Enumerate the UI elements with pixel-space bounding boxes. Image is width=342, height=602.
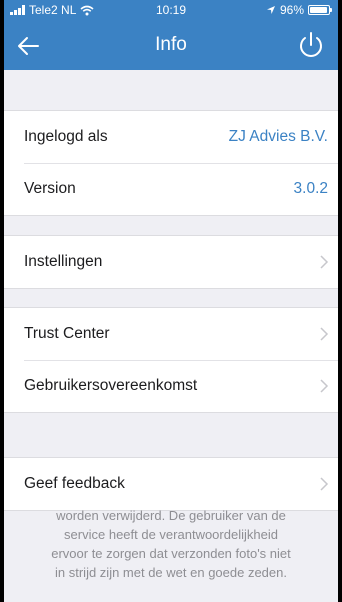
status-right: 96% — [266, 3, 332, 17]
user-agreement-row[interactable]: Gebruikersovereenkomst — [4, 360, 338, 412]
page-title: Info — [155, 34, 187, 55]
feedback-row[interactable]: Geef feedback — [4, 458, 338, 510]
chevron-right-icon — [320, 477, 329, 491]
chevron-right-icon — [320, 379, 329, 393]
settings-label: Instellingen — [24, 253, 103, 270]
battery-percent: 96% — [279, 3, 304, 17]
account-group: Ingelogd als ZJ Advies B.V. Version 3.0.… — [4, 110, 338, 216]
feedback-group: Geef feedback — [4, 457, 338, 511]
disclaimer-text: worden verwijderd. De gebruiker van de s… — [14, 506, 328, 582]
logout-button[interactable] — [294, 28, 328, 62]
battery-icon — [308, 5, 332, 15]
version-value: 3.0.2 — [293, 180, 328, 197]
settings-row[interactable]: Instellingen — [4, 236, 338, 288]
settings-group: Instellingen — [4, 235, 338, 289]
feedback-label: Geef feedback — [24, 475, 125, 492]
status-bar: Tele2 NL 10:19 96% — [4, 0, 338, 20]
logged-in-label: Ingelogd als — [24, 128, 108, 145]
info-screen: Tele2 NL 10:19 96% Info Ingelogd als ZJ … — [4, 0, 338, 602]
nav-bar: Info — [4, 22, 338, 70]
disclaimer-line: worden verwijderd. De gebruiker van de — [56, 508, 286, 523]
disclaimer-line: ervoor te zorgen dat verzonden foto's ni… — [51, 546, 291, 561]
location-arrow-icon — [266, 6, 275, 14]
legal-group: Trust Center Gebruikersovereenkomst — [4, 307, 338, 413]
logged-in-row: Ingelogd als ZJ Advies B.V. — [4, 111, 338, 163]
header: Tele2 NL 10:19 96% Info — [4, 0, 338, 70]
disclaimer-line: service heeft de verantwoordelijkheid — [64, 527, 278, 542]
chevron-right-icon — [320, 327, 329, 341]
disclaimer-line: in strijd zijn met de wet en goede zeden… — [55, 565, 287, 580]
trust-center-row[interactable]: Trust Center — [4, 308, 338, 360]
version-row: Version 3.0.2 — [4, 163, 338, 215]
chevron-right-icon — [320, 255, 329, 269]
logged-in-value: ZJ Advies B.V. — [228, 128, 328, 145]
trust-center-label: Trust Center — [24, 325, 110, 342]
power-icon — [300, 32, 322, 57]
version-label: Version — [24, 180, 76, 197]
user-agreement-label: Gebruikersovereenkomst — [24, 377, 198, 394]
